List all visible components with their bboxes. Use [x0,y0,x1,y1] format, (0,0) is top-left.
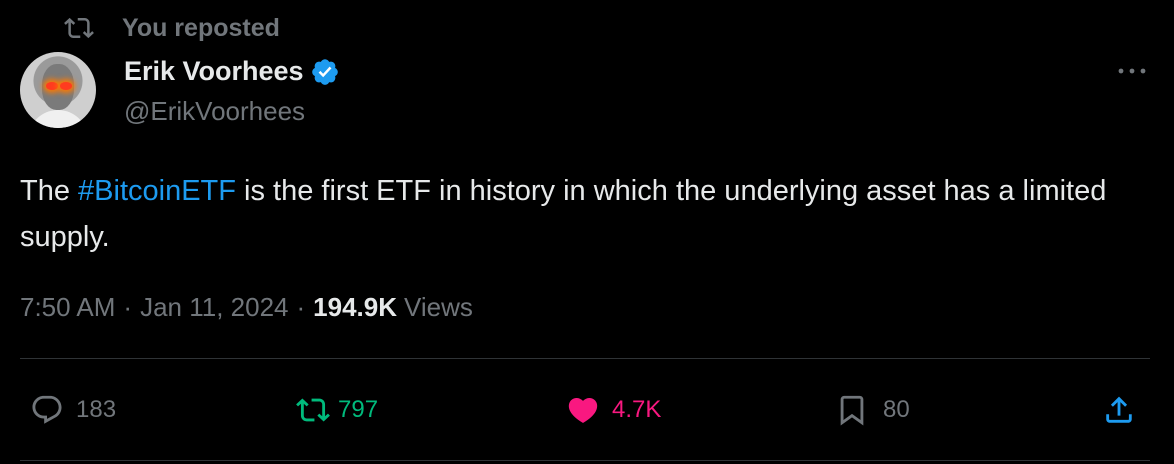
avatar-laser-eye [60,82,72,90]
verified-badge-icon[interactable] [310,57,340,87]
repost-icon [296,398,330,422]
more-options-button[interactable] [1114,58,1150,84]
heart-icon [568,397,598,423]
author-name-row: Erik Voorhees [124,56,340,87]
share-button[interactable] [1102,385,1136,435]
share-icon [1106,396,1132,423]
avatar-shirt [28,110,88,128]
bookmark-icon [840,395,864,426]
bookmark-count: 80 [883,396,910,423]
reply-count: 183 [76,396,117,423]
author-name[interactable]: Erik Voorhees [124,56,304,87]
social-context: You reposted [64,12,280,44]
repost-context-text[interactable]: You reposted [122,14,280,43]
tweet-text: The #BitcoinETF is the first ETF in hist… [20,168,1150,260]
meta-separator: · [123,292,133,322]
views-label: Views [404,292,473,322]
tweet-date[interactable]: Jan 11, 2024 [140,292,288,323]
author-handle[interactable]: @ErikVoorhees [124,96,305,127]
repost-icon [64,17,94,39]
repost-count: 797 [338,396,379,423]
tweet-actions-bar: 183 797 4.7K 80 [0,385,1174,435]
divider [20,358,1150,359]
tweet-text-prefix: The [20,175,79,207]
avatar[interactable] [20,52,96,128]
reply-button[interactable]: 183 [30,385,116,435]
more-icon [1118,68,1146,74]
like-count: 4.7K [612,396,662,423]
bookmark-button[interactable]: 80 [835,385,910,435]
like-button[interactable]: 4.7K [566,385,661,435]
tweet-meta: 7:50 AM · Jan 11, 2024 · 194.9K Views [20,292,473,323]
hashtag-link[interactable]: #BitcoinETF [78,175,236,207]
tweet-time[interactable]: 7:50 AM [20,292,115,323]
views-count[interactable]: 194.9K [313,292,397,323]
reply-icon [32,395,62,424]
repost-button[interactable]: 797 [296,385,378,435]
meta-separator: · [296,292,306,322]
divider [20,460,1150,461]
avatar-laser-eye [46,82,58,90]
